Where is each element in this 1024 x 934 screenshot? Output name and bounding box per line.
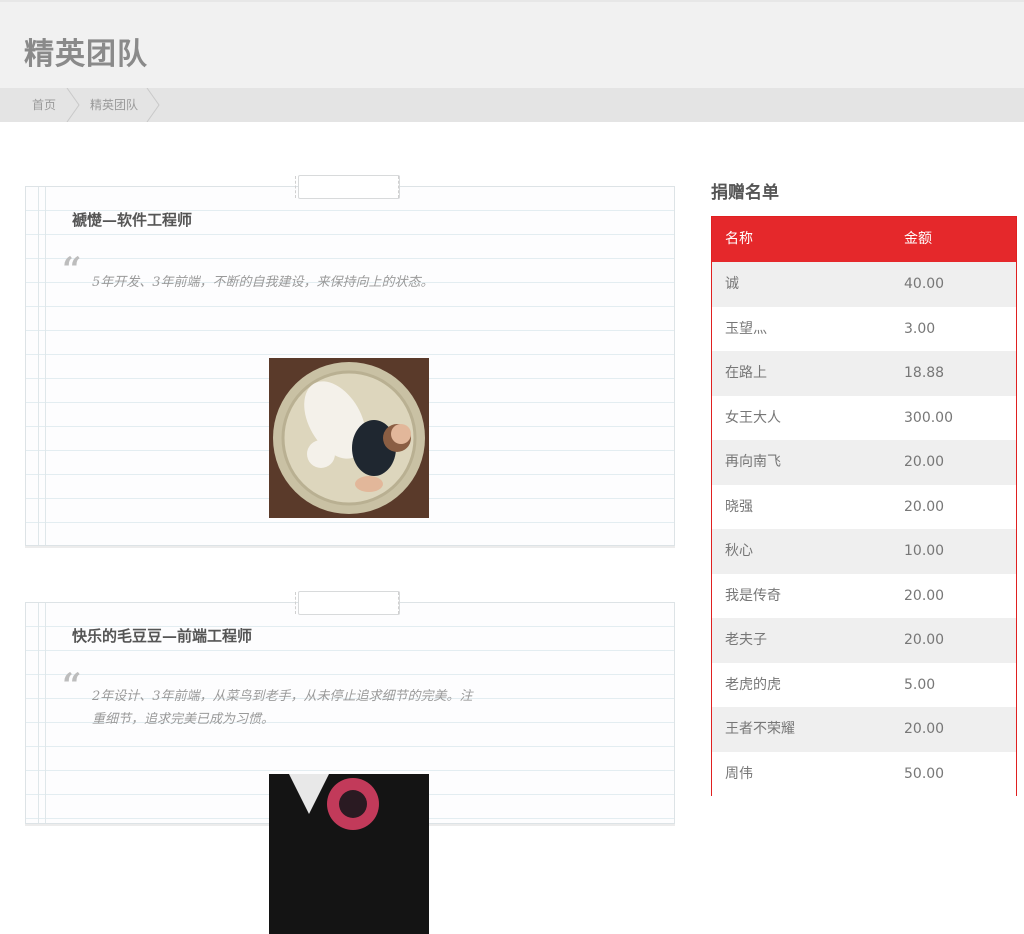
donor-name: 我是传奇 — [725, 587, 781, 604]
donation-amount: 50.00 — [904, 765, 945, 782]
donor-name: 周伟 — [725, 765, 753, 782]
tape-decoration — [295, 175, 400, 199]
tape-decoration — [295, 591, 400, 615]
column-header-name: 名称 — [725, 231, 753, 247]
notebook-margin-line — [45, 187, 46, 545]
breadcrumb: 首页 精英团队 — [0, 88, 1024, 122]
notebook-margin-line — [45, 603, 46, 823]
notebook-margin-line — [38, 187, 39, 545]
table-row: 晓强 20.00 — [712, 485, 1016, 530]
donor-name: 老夫子 — [725, 632, 767, 648]
donation-amount: 20.00 — [904, 721, 945, 737]
table-row: 我是传奇 20.00 — [712, 574, 1016, 619]
donation-table: 名称 金额 诚 40.00 玉望灬 3.00 在路上 18.88 女王大人 300.00 再向南… — [711, 216, 1017, 796]
donation-amount: 5.00 — [904, 676, 936, 693]
donor-name: 诚 — [725, 276, 739, 292]
member-card: 快乐的毛豆豆—前端工程师 “ 2年设计、3年前端，从菜鸟到老手，从未停止追求细节… — [25, 591, 675, 934]
donation-list-title: 捐赠名单 — [711, 183, 779, 203]
donation-amount: 300.00 — [904, 409, 953, 426]
breadcrumb-separator-icon — [146, 88, 160, 122]
table-header-row: 名称 金额 — [712, 217, 1016, 262]
table-row: 秋心 10.00 — [712, 529, 1016, 574]
member-title: 快乐的毛豆豆—前端工程师 — [72, 627, 253, 645]
page-title: 精英团队 — [24, 37, 148, 72]
notebook-margin-line — [38, 603, 39, 823]
member-quote: 2年设计、3年前端，从菜鸟到老手，从未停止追求细节的完美。注重细节，追求完美已成… — [92, 689, 473, 727]
member-photo — [269, 774, 429, 934]
table-row: 在路上 18.88 — [712, 351, 1016, 396]
donor-name: 老虎的虎 — [725, 676, 781, 693]
member-quote: 5年开发、3年前端，不断的自我建设，来保持向上的状态。 — [92, 275, 434, 290]
quote-icon: “ — [62, 250, 82, 290]
donor-name: 再向南飞 — [725, 454, 781, 470]
breadcrumb-home-link[interactable]: 首页 — [32, 88, 56, 122]
donor-name: 晓强 — [725, 498, 753, 515]
column-header-amount: 金额 — [904, 231, 932, 247]
table-row: 女王大人 300.00 — [712, 396, 1016, 441]
donation-amount: 10.00 — [904, 543, 945, 559]
table-row: 周伟 50.00 — [712, 752, 1016, 797]
breadcrumb-current[interactable]: 精英团队 — [90, 88, 138, 122]
member-photo — [269, 358, 429, 518]
table-row: 玉望灬 3.00 — [712, 307, 1016, 352]
donor-name: 女王大人 — [725, 409, 781, 426]
table-row: 再向南飞 20.00 — [712, 440, 1016, 485]
member-title: 褫憷—软件工程师 — [72, 211, 193, 229]
table-row: 诚 40.00 — [712, 262, 1016, 307]
donor-name: 秋心 — [725, 543, 753, 559]
donor-name: 在路上 — [725, 365, 767, 381]
table-row: 老虎的虎 5.00 — [712, 663, 1016, 708]
donor-name: 玉望灬 — [725, 320, 767, 337]
breadcrumb-separator-icon — [66, 88, 80, 122]
table-row: 老夫子 20.00 — [712, 618, 1016, 663]
donor-name: 王者不荣耀 — [725, 721, 795, 737]
donation-amount: 18.88 — [904, 365, 945, 381]
donation-amount: 20.00 — [904, 632, 945, 648]
member-card: 褫憷—软件工程师 “ 5年开发、3年前端，不断的自我建设，来保持向上的状态。 — [25, 175, 675, 546]
donation-amount: 40.00 — [904, 276, 945, 292]
donation-amount: 20.00 — [904, 454, 945, 470]
donation-amount: 3.00 — [904, 320, 936, 337]
quote-icon: “ — [62, 666, 82, 706]
donation-amount: 20.00 — [904, 587, 945, 604]
table-row: 王者不荣耀 20.00 — [712, 707, 1016, 752]
donation-amount: 20.00 — [904, 498, 945, 515]
page-header: 精英团队 — [0, 0, 1024, 90]
